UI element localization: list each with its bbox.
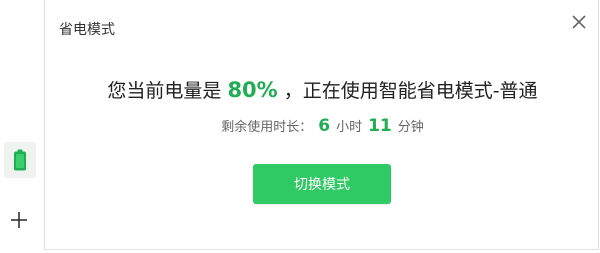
add-button[interactable] [7,208,31,232]
battery-percent: 80% [227,78,278,102]
battery-icon [14,149,26,171]
headline-prefix: 您当前电量是 [107,80,222,102]
battery-saver-tile[interactable] [4,142,36,178]
minutes-value: 11 [368,116,392,136]
switch-mode-button[interactable]: 切换模式 [253,164,391,204]
plus-icon [11,212,27,228]
screen: 省电模式 您当前电量是 80% ，正在使用智能省电模式-普通 剩余使用时长： 6 小时 1… [0,0,600,253]
remaining-time: 剩余使用时长： 6 小时 11 分钟 [45,116,600,136]
battery-status-headline: 您当前电量是 80% ，正在使用智能省电模式-普通 [45,76,600,103]
minutes-unit: 分钟 [397,120,424,135]
power-saving-panel: 省电模式 您当前电量是 80% ，正在使用智能省电模式-普通 剩余使用时长： 6 小时 1… [44,0,599,250]
remaining-prefix: 剩余使用时长： [221,120,313,135]
close-button[interactable] [568,11,590,33]
headline-suffix: ，正在使用智能省电模式-普通 [283,80,538,102]
close-icon [572,15,586,29]
hours-unit: 小时 [336,120,363,135]
left-sidebar [0,0,44,253]
panel-title: 省电模式 [59,22,115,38]
hours-value: 6 [318,116,331,136]
